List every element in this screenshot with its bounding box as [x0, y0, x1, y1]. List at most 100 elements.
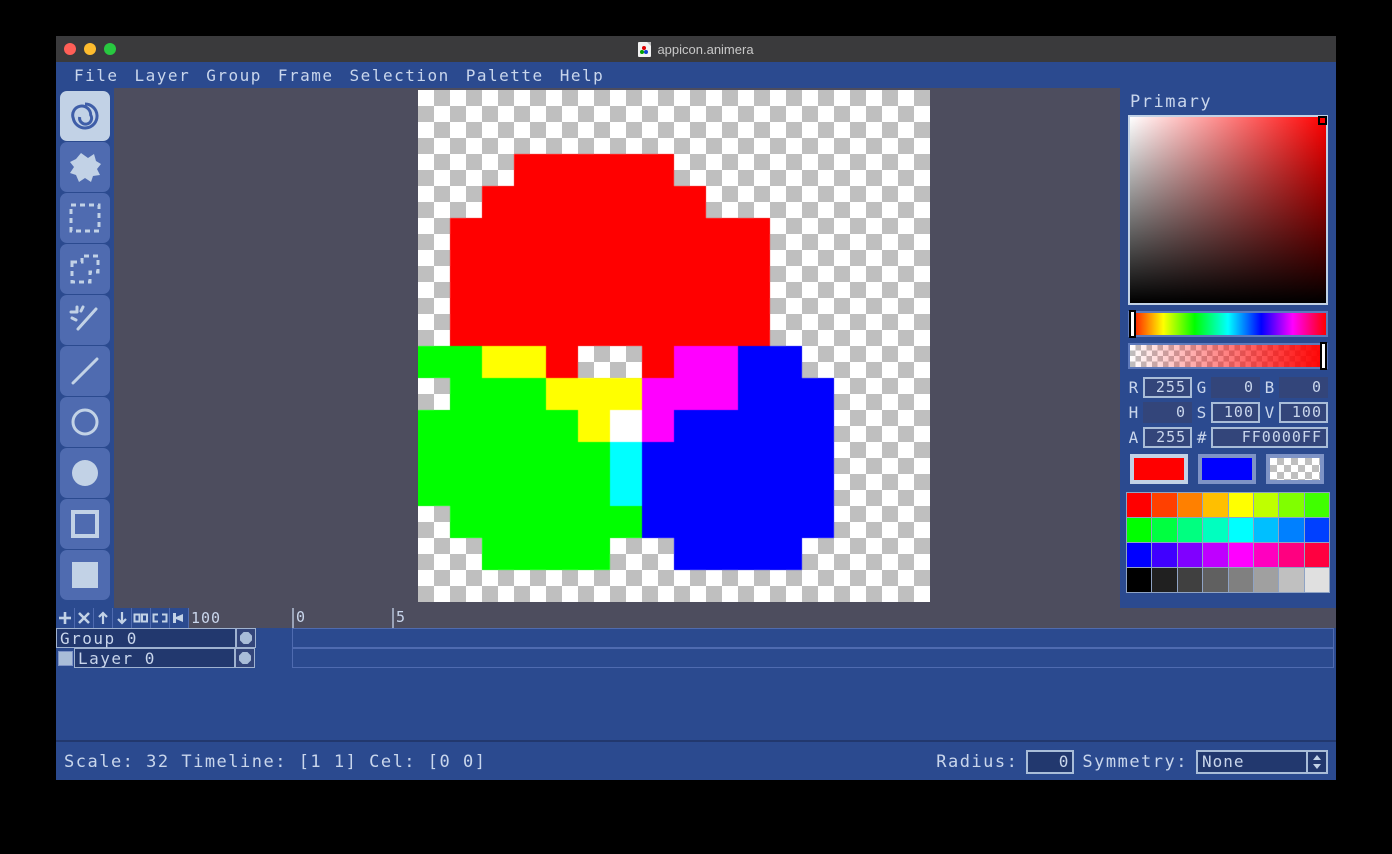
h-field[interactable]: 0	[1142, 402, 1192, 423]
timeline-row-layer[interactable]: Layer 0	[56, 648, 1334, 668]
link-cels-button[interactable]	[132, 608, 151, 628]
palette-cell[interactable]	[1127, 518, 1152, 542]
menu-item-file[interactable]: File	[66, 64, 127, 87]
palette-cell[interactable]	[1203, 518, 1228, 542]
radius-label: Radius:	[936, 752, 1019, 772]
palette-cell[interactable]	[1279, 543, 1304, 567]
palette-cell[interactable]	[1152, 493, 1177, 517]
palette-cell[interactable]	[1177, 493, 1203, 517]
layer-name-label[interactable]: Layer 0	[74, 648, 235, 668]
a-field[interactable]: 255	[1142, 427, 1193, 448]
palette-cell[interactable]	[1304, 568, 1329, 592]
menu-item-help[interactable]: Help	[552, 64, 613, 87]
alpha-slider-handle[interactable]	[1320, 342, 1327, 370]
palette-cell[interactable]	[1203, 568, 1228, 592]
group-name-label[interactable]: Group 0	[56, 628, 236, 648]
primary-swatch[interactable]	[1130, 454, 1188, 484]
layer-track[interactable]	[292, 648, 1334, 668]
palette-cell[interactable]	[1253, 543, 1279, 567]
frame-ruler[interactable]: 0 5	[56, 608, 1336, 628]
chevron-updown-icon[interactable]	[1306, 752, 1326, 772]
swatch-row	[1130, 454, 1326, 484]
hue-slider-handle[interactable]	[1129, 310, 1136, 338]
add-cel-button[interactable]	[56, 608, 75, 628]
canvas-viewport[interactable]	[114, 88, 1120, 608]
palette-cell[interactable]	[1304, 493, 1329, 517]
palette-cell[interactable]	[1203, 493, 1228, 517]
menu-item-group[interactable]: Group	[198, 64, 270, 87]
flood-fill-tool[interactable]	[60, 142, 110, 192]
pixel-artwork[interactable]	[418, 90, 930, 602]
saturation-value-picker[interactable]	[1128, 115, 1328, 305]
palette-cell[interactable]	[1177, 568, 1203, 592]
remove-cel-button[interactable]	[75, 608, 94, 628]
polygon-select-tool[interactable]	[60, 244, 110, 294]
frame-delay-field[interactable]: 100	[189, 608, 224, 628]
circle-filled-tool[interactable]	[60, 448, 110, 498]
palette-cell[interactable]	[1279, 568, 1304, 592]
clear-cel-button[interactable]	[151, 608, 170, 628]
brush-tool[interactable]	[60, 91, 110, 141]
hue-slider[interactable]	[1128, 310, 1328, 338]
line-tool[interactable]	[60, 346, 110, 396]
palette-cell[interactable]	[1304, 518, 1329, 542]
palette-cell[interactable]	[1152, 518, 1177, 542]
palette-cell[interactable]	[1127, 493, 1152, 517]
b-field[interactable]: 0	[1278, 377, 1328, 398]
rectangle-outline-tool[interactable]	[60, 499, 110, 549]
palette-cell[interactable]	[1228, 518, 1253, 542]
s-field[interactable]: 100	[1210, 402, 1260, 423]
sv-cursor-handle[interactable]	[1318, 116, 1327, 125]
menu-item-frame[interactable]: Frame	[270, 64, 342, 87]
symmetry-select[interactable]: None	[1196, 750, 1328, 774]
secondary-swatch[interactable]	[1198, 454, 1256, 484]
layer-cel-cell[interactable]	[235, 648, 255, 668]
palette-cell[interactable]	[1253, 493, 1279, 517]
palette-cell[interactable]	[1253, 518, 1279, 542]
hex-field[interactable]: FF0000FF	[1211, 427, 1328, 448]
v-field[interactable]: 100	[1278, 402, 1328, 423]
palette-cell[interactable]	[1228, 543, 1253, 567]
palette-cell[interactable]	[1152, 543, 1177, 567]
move-up-button[interactable]	[94, 608, 113, 628]
a-label: A	[1128, 428, 1139, 447]
radius-field[interactable]: 0	[1026, 750, 1075, 774]
palette-cell[interactable]	[1203, 543, 1228, 567]
palette-cell[interactable]	[1304, 543, 1329, 567]
hsv-row: H 0 S 100 V 100	[1128, 402, 1328, 423]
palette-cell[interactable]	[1127, 568, 1152, 592]
rectangle-select-tool[interactable]	[60, 193, 110, 243]
layer-visibility-checkbox[interactable]	[58, 650, 73, 666]
rectangle-filled-tool[interactable]	[60, 550, 110, 600]
timeline-row-group[interactable]: Group 0	[56, 628, 1334, 648]
hue-gradient	[1130, 313, 1326, 335]
timeline-toolbar: 100	[56, 608, 224, 628]
alpha-slider[interactable]	[1128, 342, 1328, 370]
color-value-fields: R 255 G 0 B 0 H 0 S 100 V 100 A 255 # FF…	[1128, 377, 1328, 448]
g-field[interactable]: 0	[1210, 377, 1260, 398]
canvas-checkerboard[interactable]	[418, 90, 930, 602]
r-field[interactable]: 255	[1142, 377, 1192, 398]
magic-wand-tool[interactable]	[60, 295, 110, 345]
palette-cell[interactable]	[1177, 518, 1203, 542]
menu-item-selection[interactable]: Selection	[342, 64, 458, 87]
circle-outline-tool[interactable]	[60, 397, 110, 447]
menu-item-layer[interactable]: Layer	[127, 64, 199, 87]
status-controls: Radius: 0 Symmetry: None	[936, 750, 1336, 774]
palette-cell[interactable]	[1279, 493, 1304, 517]
sv-darkness-overlay	[1130, 117, 1326, 303]
palette-cell[interactable]	[1253, 568, 1279, 592]
palette-cell[interactable]	[1127, 543, 1152, 567]
group-cel-cell[interactable]	[236, 628, 256, 648]
palette-cell[interactable]	[1279, 518, 1304, 542]
color-palette-grid[interactable]	[1126, 492, 1330, 593]
menu-item-palette[interactable]: Palette	[458, 64, 552, 87]
move-down-button[interactable]	[113, 608, 132, 628]
play-button[interactable]	[170, 608, 189, 628]
palette-cell[interactable]	[1228, 568, 1253, 592]
palette-cell[interactable]	[1177, 543, 1203, 567]
palette-cell[interactable]	[1228, 493, 1253, 517]
erase-swatch[interactable]	[1266, 454, 1324, 484]
palette-cell[interactable]	[1152, 568, 1177, 592]
group-track[interactable]	[292, 628, 1334, 648]
